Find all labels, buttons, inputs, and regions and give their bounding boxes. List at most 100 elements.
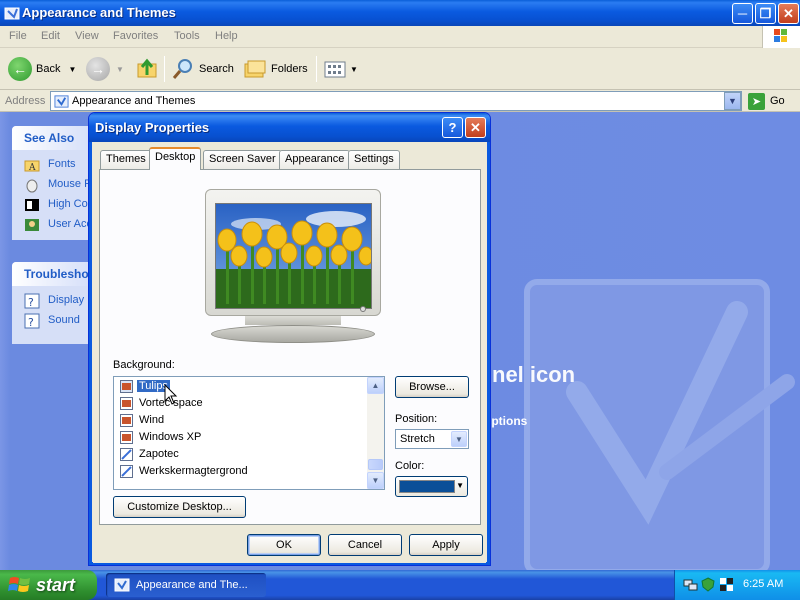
scroll-up-button[interactable]: ▲	[367, 377, 384, 394]
chevron-down-icon: ▼	[371, 476, 380, 485]
forward-button[interactable]: → ▼	[86, 55, 124, 83]
dialog-body: Themes Desktop Screen Saver Appearance S…	[93, 142, 486, 563]
views-dropdown-icon: ▼	[350, 64, 358, 74]
tab-appearance[interactable]: Appearance	[279, 150, 351, 169]
search-label: Search	[199, 63, 234, 75]
question-icon: ?	[448, 120, 457, 135]
user-account-icon	[25, 219, 39, 231]
background-item-tulips[interactable]: Tulips	[120, 378, 171, 394]
dialog-title: Display Properties	[95, 120, 210, 135]
security-shield-icon[interactable]	[701, 577, 716, 592]
forward-arrow-icon: →	[86, 57, 110, 81]
clock[interactable]: 6:25 AM	[743, 578, 783, 590]
close-button[interactable]: ✕	[778, 3, 799, 24]
dialog-titlebar[interactable]: Display Properties ? ✕	[89, 113, 490, 142]
up-button[interactable]	[135, 55, 159, 83]
control-panel-icon	[54, 95, 69, 108]
apply-button[interactable]: Apply	[409, 534, 483, 556]
tab-settings[interactable]: Settings	[348, 150, 400, 169]
back-button[interactable]: ← Back ▼	[8, 55, 76, 83]
monitor-preview	[205, 189, 381, 349]
close-icon: ✕	[470, 119, 481, 135]
fonts-folder-icon: A	[24, 160, 40, 173]
taskbar-item-appearance-and-themes[interactable]: Appearance and The...	[106, 573, 266, 597]
position-dropdown-button[interactable]: ▼	[451, 431, 467, 447]
address-label: Address	[5, 95, 46, 107]
wallpaper-preview	[215, 203, 372, 309]
mouse-icon	[26, 179, 38, 193]
back-dropdown-icon[interactable]: ▼	[68, 65, 76, 74]
address-dropdown-button[interactable]: ▼	[724, 92, 741, 110]
go-label: Go	[770, 95, 785, 107]
color-picker-button[interactable]: ▼	[395, 476, 468, 497]
ok-button[interactable]: OK	[247, 534, 321, 556]
go-button[interactable]: ➤ Go	[748, 91, 798, 111]
start-label: start	[36, 574, 76, 595]
folder-up-icon	[137, 58, 157, 78]
background-list[interactable]: Tulips Vortec space Wind Windows XP Zapo…	[113, 376, 385, 490]
windows-flag-icon	[8, 577, 30, 592]
maximize-button[interactable]: ❐	[755, 3, 776, 24]
back-label: Back	[36, 63, 61, 75]
background-label: Background:	[113, 359, 175, 371]
menu-favorites[interactable]: Favorites	[113, 30, 158, 42]
jpeg-file-icon	[120, 464, 133, 478]
go-arrow-icon: ➤	[748, 92, 765, 110]
taskbar: start Appearance and The... 6:25 AM	[0, 570, 800, 600]
chevron-down-icon: ▼	[456, 481, 464, 490]
background-item-vortec-space[interactable]: Vortec space	[120, 395, 205, 411]
background-item-wind[interactable]: Wind	[120, 412, 166, 428]
chevron-down-icon: ▼	[728, 96, 737, 106]
views-button[interactable]: ▼	[323, 55, 358, 83]
tab-themes[interactable]: Themes	[100, 150, 152, 169]
scroll-thumb[interactable]	[368, 459, 383, 470]
address-input[interactable]: Appearance and Themes ▼	[50, 91, 742, 111]
search-button[interactable]: Search	[171, 55, 234, 83]
network-icon[interactable]	[683, 577, 698, 592]
menu-view[interactable]: View	[75, 30, 99, 42]
position-label: Position:	[395, 413, 438, 425]
background-item-windows-xp[interactable]: Windows XP	[120, 429, 203, 445]
volume-icon[interactable]	[719, 577, 734, 592]
color-label: Color:	[395, 460, 425, 472]
scroll-down-button[interactable]: ▼	[367, 472, 384, 489]
start-button[interactable]: start	[0, 570, 97, 600]
menu-edit[interactable]: Edit	[41, 30, 60, 42]
window-title: Appearance and Themes	[22, 5, 176, 20]
position-select[interactable]: Stretch ▼	[395, 429, 469, 449]
background-item-werkskermagtergrond[interactable]: Werkskermagtergrond	[120, 463, 250, 479]
tab-desktop[interactable]: Desktop	[149, 147, 202, 170]
restore-icon: ❐	[759, 5, 772, 21]
menu-help[interactable]: Help	[215, 30, 238, 42]
desktop-tab-page: Background: Tulips Vortec space Wind Win…	[99, 169, 481, 525]
control-panel-watermark	[524, 279, 795, 570]
control-panel-icon	[114, 578, 130, 592]
system-tray: 6:25 AM	[674, 570, 800, 600]
address-value: Appearance and Themes	[72, 95, 196, 107]
customize-desktop-button[interactable]: Customize Desktop...	[113, 496, 246, 518]
explorer-titlebar[interactable]: Appearance and Themes ─ ❐ ✕	[0, 0, 800, 26]
folders-icon	[244, 60, 266, 78]
folders-button[interactable]: Folders	[243, 55, 308, 83]
bitmap-file-icon	[120, 413, 133, 427]
search-icon	[172, 59, 192, 79]
mouse-cursor-icon	[164, 384, 178, 405]
control-panel-icon	[4, 7, 20, 20]
background-list-scrollbar[interactable]: ▲ ▼	[367, 377, 384, 489]
standard-toolbar: ← Back ▼ → ▼ Search Folders ▼	[0, 48, 800, 90]
background-item-zapotec[interactable]: Zapotec	[120, 446, 181, 462]
svg-text:?: ?	[28, 296, 34, 309]
menu-file[interactable]: File	[9, 30, 27, 42]
forward-dropdown-icon[interactable]: ▼	[116, 65, 124, 74]
windows-logo	[762, 26, 800, 48]
browse-button[interactable]: Browse...	[395, 376, 469, 398]
bitmap-file-icon	[120, 396, 133, 410]
menu-tools[interactable]: Tools	[174, 30, 200, 42]
cancel-button[interactable]: Cancel	[328, 534, 402, 556]
address-bar: Address Appearance and Themes ▼ ➤ Go	[0, 90, 800, 112]
tab-screen-saver[interactable]: Screen Saver	[203, 150, 282, 169]
dialog-close-button[interactable]: ✕	[465, 117, 486, 138]
chevron-down-icon: ▼	[455, 434, 463, 444]
help-button[interactable]: ?	[442, 117, 463, 138]
minimize-button[interactable]: ─	[732, 3, 753, 24]
